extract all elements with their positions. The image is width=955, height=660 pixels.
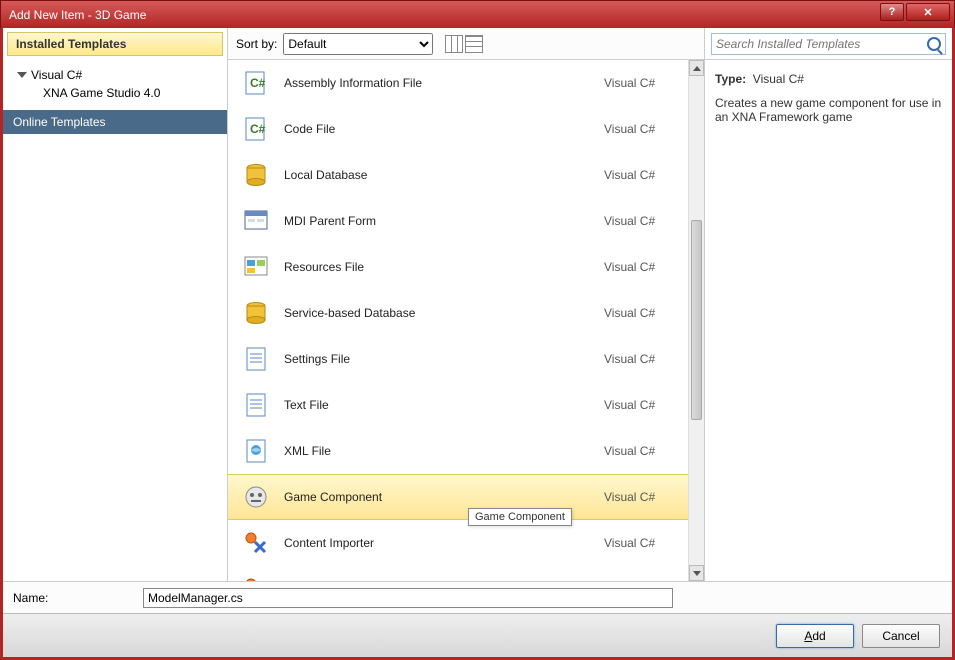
details-panel: Type: Visual C# Creates a new game compo… (704, 60, 952, 581)
csharp-file-icon: C# (242, 69, 270, 97)
template-item[interactable]: Content ProcessorVisual C# (228, 566, 688, 581)
template-item-name: MDI Parent Form (284, 214, 590, 228)
description: Creates a new game component for use in … (715, 96, 942, 124)
sort-by-label: Sort by: (236, 37, 277, 51)
database-icon (242, 161, 270, 189)
template-item-lang: Visual C# (604, 398, 674, 412)
template-item-name: Settings File (284, 352, 590, 366)
template-item[interactable]: Content Importer Visual C# (228, 520, 688, 566)
name-label: Name: (13, 591, 123, 605)
tooltip: Game Component (468, 508, 572, 526)
tree-node-label: XNA Game Studio 4.0 (43, 86, 160, 100)
toolbar: Sort by: Default (228, 28, 704, 60)
tree-node-xna[interactable]: XNA Game Studio 4.0 (17, 84, 219, 102)
template-item-lang: Visual C# (604, 76, 674, 90)
sort-by-select[interactable]: Default (283, 33, 433, 55)
database-icon (242, 299, 270, 327)
name-input[interactable] (143, 588, 673, 608)
form-icon (242, 207, 270, 235)
name-row: Name: (3, 581, 952, 613)
template-item-name: Resources File (284, 260, 590, 274)
window-title: Add New Item - 3D Game (9, 8, 146, 22)
scroll-thumb[interactable] (691, 220, 702, 420)
search-box[interactable] (711, 33, 946, 55)
template-item-name: Content Importer (284, 536, 590, 550)
template-item-name: Text File (284, 398, 590, 412)
template-item-name: Local Database (284, 168, 590, 182)
template-item[interactable]: Local Database Visual C# (228, 152, 688, 198)
template-item-lang: Visual C# (604, 444, 674, 458)
game-icon (242, 483, 270, 511)
installed-templates-header[interactable]: Installed Templates (7, 32, 223, 56)
help-button[interactable]: ? (880, 3, 904, 21)
template-item[interactable]: MDI Parent Form Visual C# (228, 198, 688, 244)
file-lines-icon (242, 391, 270, 419)
scroll-down-button[interactable] (689, 565, 704, 581)
svg-text:C#: C# (250, 76, 266, 90)
template-item-lang: Visual C# (604, 260, 674, 274)
view-small-icons-button[interactable] (445, 35, 463, 53)
template-item-lang: Visual C# (604, 306, 674, 320)
template-item-lang: Visual C# (604, 122, 674, 136)
close-button[interactable]: ✕ (906, 3, 950, 21)
template-item[interactable]: Game Component Visual C# (228, 474, 688, 520)
template-item[interactable]: Settings File Visual C# (228, 336, 688, 382)
search-input[interactable] (716, 37, 927, 51)
template-item[interactable]: Text File Visual C# (228, 382, 688, 428)
template-item[interactable]: Service-based Database Visual C# (228, 290, 688, 336)
chevron-down-icon (17, 72, 27, 78)
template-item-lang: Visual C# (604, 352, 674, 366)
footer: Add Cancel (3, 613, 952, 657)
template-item-lang: Visual C# (604, 168, 674, 182)
cancel-button[interactable]: Cancel (862, 624, 940, 648)
add-button[interactable]: Add (776, 624, 854, 648)
sidebar: Installed Templates Visual C# XNA Game S… (3, 28, 228, 581)
resources-icon (242, 253, 270, 281)
csharp-file-icon: C# (242, 115, 270, 143)
template-item-name: Service-based Database (284, 306, 590, 320)
template-item[interactable]: XML File Visual C# (228, 428, 688, 474)
xna-icon (242, 529, 270, 557)
template-item[interactable]: C# Code File Visual C# (228, 106, 688, 152)
scrollbar[interactable] (688, 60, 704, 581)
template-tree: Visual C# XNA Game Studio 4.0 (3, 60, 227, 108)
type-value: Visual C# (753, 72, 804, 86)
online-templates-header[interactable]: Online Templates (3, 110, 227, 134)
template-item-lang: Visual C# (604, 536, 674, 550)
template-item-lang: Visual C# (604, 214, 674, 228)
add-button-rest: dd (812, 629, 825, 643)
svg-text:C#: C# (250, 122, 266, 136)
template-item-name: Game Component (284, 490, 590, 504)
tree-node-label: Visual C# (31, 68, 82, 82)
template-item-lang: Visual C# (604, 490, 674, 504)
template-item-name: Code File (284, 122, 590, 136)
template-list: C# Assembly Information File Visual C# C# Co… (228, 60, 704, 581)
xml-file-icon (242, 437, 270, 465)
template-item[interactable]: C# Assembly Information File Visual C# (228, 60, 688, 106)
search-icon (927, 37, 941, 51)
tree-node-visual-csharp[interactable]: Visual C# (17, 66, 219, 84)
template-item-name: XML File (284, 444, 590, 458)
type-label: Type: (715, 72, 746, 86)
template-item[interactable]: Resources File Visual C# (228, 244, 688, 290)
scroll-up-button[interactable] (689, 60, 704, 76)
xna-icon (242, 575, 270, 581)
view-list-button[interactable] (465, 35, 483, 53)
titlebar: Add New Item - 3D Game ? ✕ (0, 0, 955, 28)
file-lines-icon (242, 345, 270, 373)
template-item-name: Assembly Information File (284, 76, 590, 90)
